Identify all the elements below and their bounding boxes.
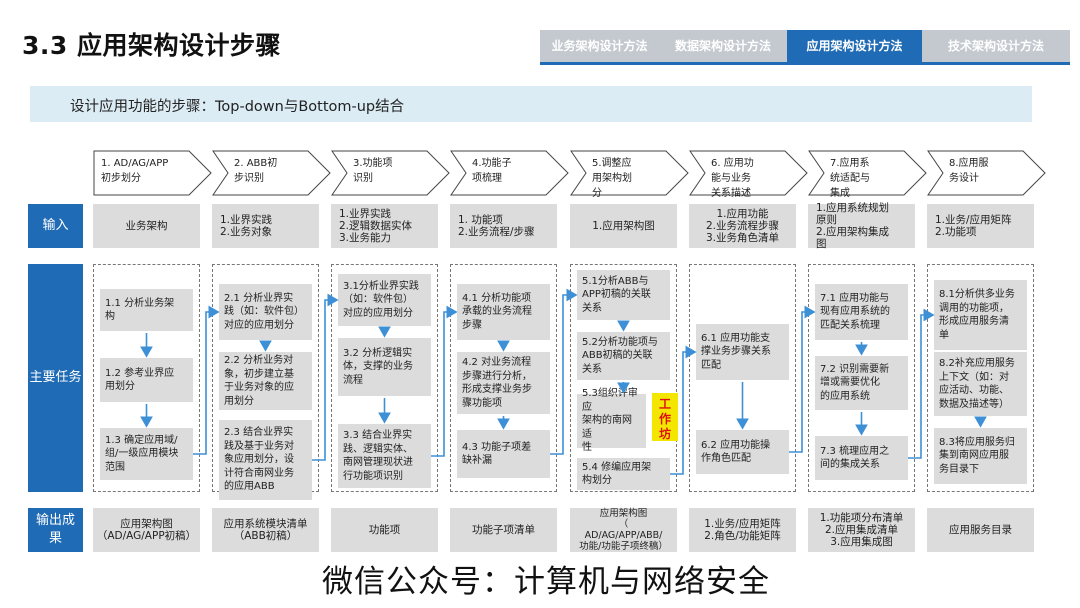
link-arrow-6: [789, 305, 816, 453]
link-arrow-7: [908, 308, 935, 459]
watermark: 微信公众号：计算机与网络安全: [322, 564, 770, 600]
output-box-7: 1.功能项分布清单 2.应用集成清单 3.应用集成图: [808, 508, 915, 552]
link-arrow-2: [312, 293, 339, 461]
output-box-2: 应用系统模块清单 （ABB初稿）: [212, 508, 319, 552]
output-box-5: 应用架构图 （ AD/AG/APP/ABB/ 功能/功能子项终稿）: [570, 508, 677, 552]
link-arrow-3: [431, 305, 458, 457]
output-box-6: 1.业务/应用矩阵 2.角色/功能矩阵: [689, 508, 796, 552]
output-box-1: 应用架构图 （AD/AG/APP初稿）: [93, 508, 200, 552]
workshop-stamp: 工 作 坊: [652, 393, 678, 441]
output-box-3: 功能项: [331, 508, 438, 552]
output-box-8: 应用服务目录: [927, 508, 1034, 552]
link-arrow-4: [550, 288, 578, 455]
link-arrow-1: [193, 305, 220, 455]
output-box-4: 功能子项清单: [450, 508, 557, 552]
